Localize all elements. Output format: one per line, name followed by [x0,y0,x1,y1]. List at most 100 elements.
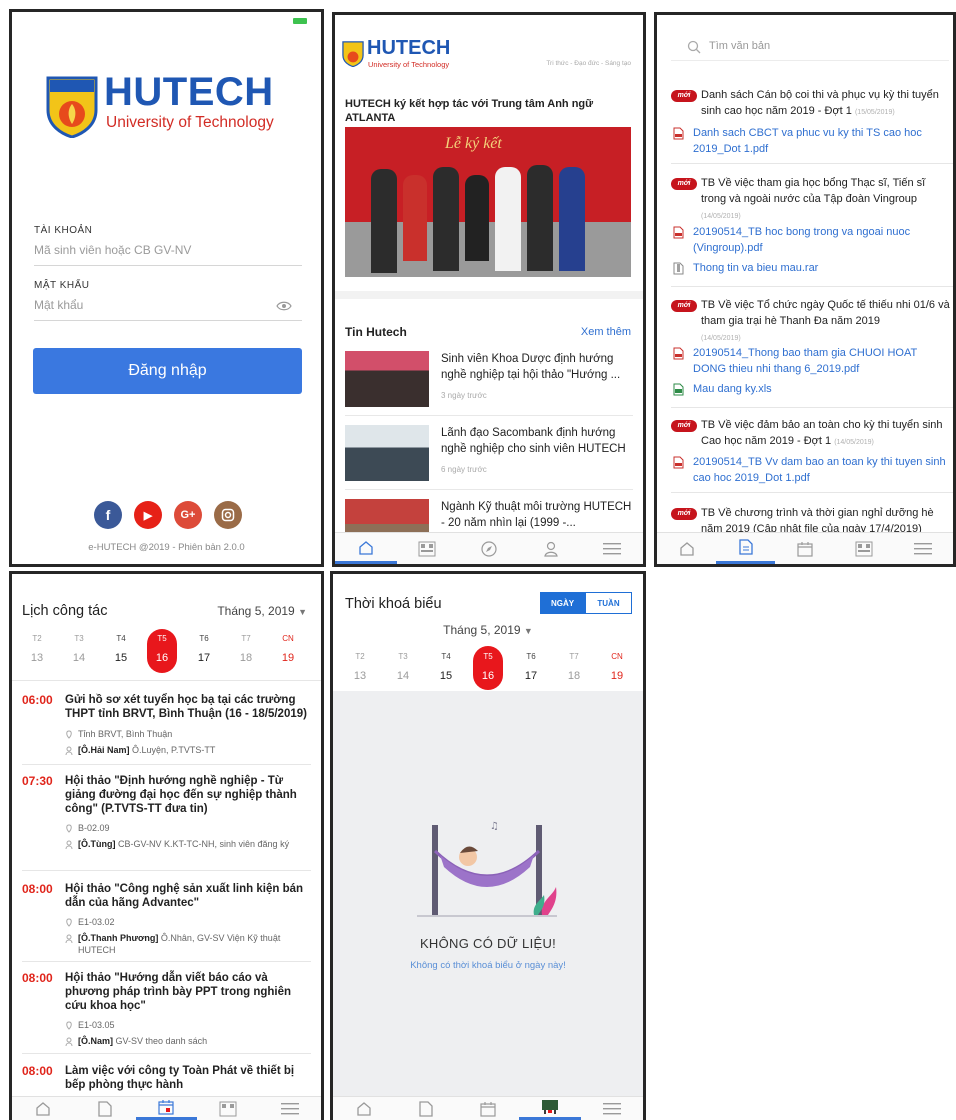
news-title: Sinh viên Khoa Dược định hướng nghề nghi… [441,353,621,381]
tab-timetable[interactable] [197,1097,259,1120]
headline-banner[interactable]: Lễ ký kết [345,127,631,277]
tab-compass[interactable] [458,533,520,564]
day-cell[interactable]: 17 [516,670,546,682]
day-cell[interactable]: 16 [473,670,503,682]
attachment-link[interactable]: 20190514_TB Vv dam bao an toan ky thi tu… [671,454,951,486]
tab-documents[interactable] [395,1097,457,1120]
weekday-label: T5 [483,652,493,661]
day-cell[interactable]: 18 [559,670,589,682]
event-people: [Ô.Tùng] CB-GV-NV K.KT-TC-NH, sinh viên … [78,839,290,849]
weekday-label: T4 [441,652,451,661]
day-cell[interactable]: 19 [602,670,632,682]
pdf-file-icon [673,347,684,360]
search-input[interactable]: Tìm văn bản [709,40,770,52]
attachment-link[interactable]: 20190514_Thong bao tham gia CHUOI HOAT D… [671,345,951,377]
login-button[interactable]: Đăng nhập [33,348,302,394]
hammock-illustration-icon: ♫ [417,821,557,917]
account-input[interactable]: Mã sinh viên hoặc CB GV-NV [34,243,302,257]
day-cell[interactable]: 17 [189,652,219,664]
tab-menu[interactable] [894,533,953,564]
tab-home[interactable] [335,533,397,564]
segment-day[interactable]: NGÀY [540,592,585,614]
new-badge: mới [671,178,697,190]
day-cell[interactable]: 18 [231,652,261,664]
password-input[interactable]: Mật khẩu [34,298,274,312]
account-underline [34,265,302,266]
event-title[interactable]: Hội thảo "Hướng dẫn viết báo cáo và phươ… [65,971,315,1013]
tab-documents[interactable] [74,1097,136,1120]
attachment-link[interactable]: 20190514_TB hoc bong trong va ngoai nuoc… [671,224,951,256]
menu-icon [603,1102,621,1114]
timetable-screen: Thời khoá biểu NGÀY TUẦN Tháng 5, 2019 ▼… [330,571,646,1120]
month-selector[interactable]: Tháng 5, 2019 ▼ [333,623,643,637]
event-place: E1-03.05 [78,1020,115,1030]
divider [345,489,633,490]
tab-calendar[interactable] [457,1097,519,1120]
news-screen: HUTECH University of Technology Tri thức… [332,12,646,567]
eye-icon[interactable] [276,301,292,311]
tab-home[interactable] [657,533,716,564]
google-plus-icon[interactable]: G+ [174,501,202,529]
event-title[interactable]: Gửi hồ sơ xét tuyển học bạ tại các trườn… [65,693,315,721]
tab-menu[interactable] [581,533,643,564]
news-title: Ngành Kỹ thuật môi trường HUTECH - 20 nă… [441,501,632,529]
tab-menu[interactable] [259,1097,321,1120]
news-thumbnail [345,425,429,481]
archive-file-icon [673,262,684,275]
tab-home[interactable] [333,1097,395,1120]
home-icon [679,542,694,556]
day-cell[interactable]: 15 [106,652,136,664]
password-label: MẬT KHẨU [34,280,90,291]
day-cell[interactable]: 16 [147,652,177,664]
tab-documents[interactable] [716,533,776,564]
tab-timetable[interactable] [835,533,894,564]
tab-documents[interactable] [397,533,459,564]
headline[interactable]: HUTECH ký kết hợp tác với Trung tâm Anh … [345,97,615,125]
event-title[interactable]: Hội thảo "Định hướng nghề nghiệp - Từ gi… [65,774,315,816]
attachment-link[interactable]: Thong tin va bieu mau.rar [671,260,951,276]
search-icon [687,40,701,54]
doc-title[interactable]: Danh sách Cán bộ coi thi và phục vụ kỳ t… [701,87,951,121]
event-title[interactable]: Làm việc với công ty Toàn Phát về thiết … [65,1064,315,1092]
location-icon [66,824,72,833]
divider [345,415,633,416]
event-title[interactable]: Hội thảo "Công nghệ sản xuất linh kiện b… [65,882,315,910]
day-cell[interactable]: 13 [345,670,375,682]
news-item[interactable]: Sinh viên Khoa Dược định hướng nghề nghi… [345,347,637,415]
month-selector[interactable]: Tháng 5, 2019 ▼ [217,604,307,618]
tab-calendar[interactable] [135,1097,198,1120]
location-icon [66,730,72,739]
attachment-link[interactable]: Mau dang ky.xls [671,381,951,397]
tab-menu[interactable] [581,1097,643,1120]
doc-title[interactable]: TB Về việc Tổ chức ngày Quốc tế thiếu nh… [701,297,951,347]
news-item[interactable]: Lãnh đạo Sacombank định hướng nghề nghiệ… [345,421,637,489]
day-cell[interactable]: 13 [22,652,52,664]
day-cell[interactable]: 14 [64,652,94,664]
tab-timetable[interactable] [519,1097,581,1120]
attachment-link[interactable]: Danh sach CBCT va phuc vu ky thi TS cao … [671,125,951,157]
calendar-icon [158,1100,175,1115]
day-cell[interactable]: 19 [273,652,303,664]
facebook-icon[interactable]: f [94,501,122,529]
event-place: Tỉnh BRVT, Bình Thuận [78,729,173,739]
youtube-icon[interactable]: ▶ [134,501,162,529]
doc-title[interactable]: TB Về việc tham gia học bổng Thạc sĩ, Ti… [701,175,951,225]
banner-people [371,155,599,273]
empty-title: KHÔNG CÓ DỮ LIỆU! [419,936,557,951]
hutech-seal-icon [342,41,364,67]
day-cell[interactable]: 15 [431,670,461,682]
search-bar[interactable]: Tìm văn bản [671,33,949,61]
new-badge: mới [671,508,697,520]
day-cell[interactable]: 14 [388,670,418,682]
menu-icon [603,542,622,554]
see-more-link[interactable]: Xem thêm [581,326,631,338]
tab-profile[interactable] [520,533,582,564]
instagram-icon[interactable] [214,501,242,529]
doc-title[interactable]: TB Về việc đảm bảo an toàn cho kỳ thi tu… [701,417,951,451]
segment-week[interactable]: TUẦN [585,592,632,614]
tab-home[interactable] [12,1097,74,1120]
qr-code-icon [855,541,873,556]
tab-calendar[interactable] [775,533,834,564]
compass-icon [481,540,497,557]
weekday-label: T5 [157,634,167,643]
